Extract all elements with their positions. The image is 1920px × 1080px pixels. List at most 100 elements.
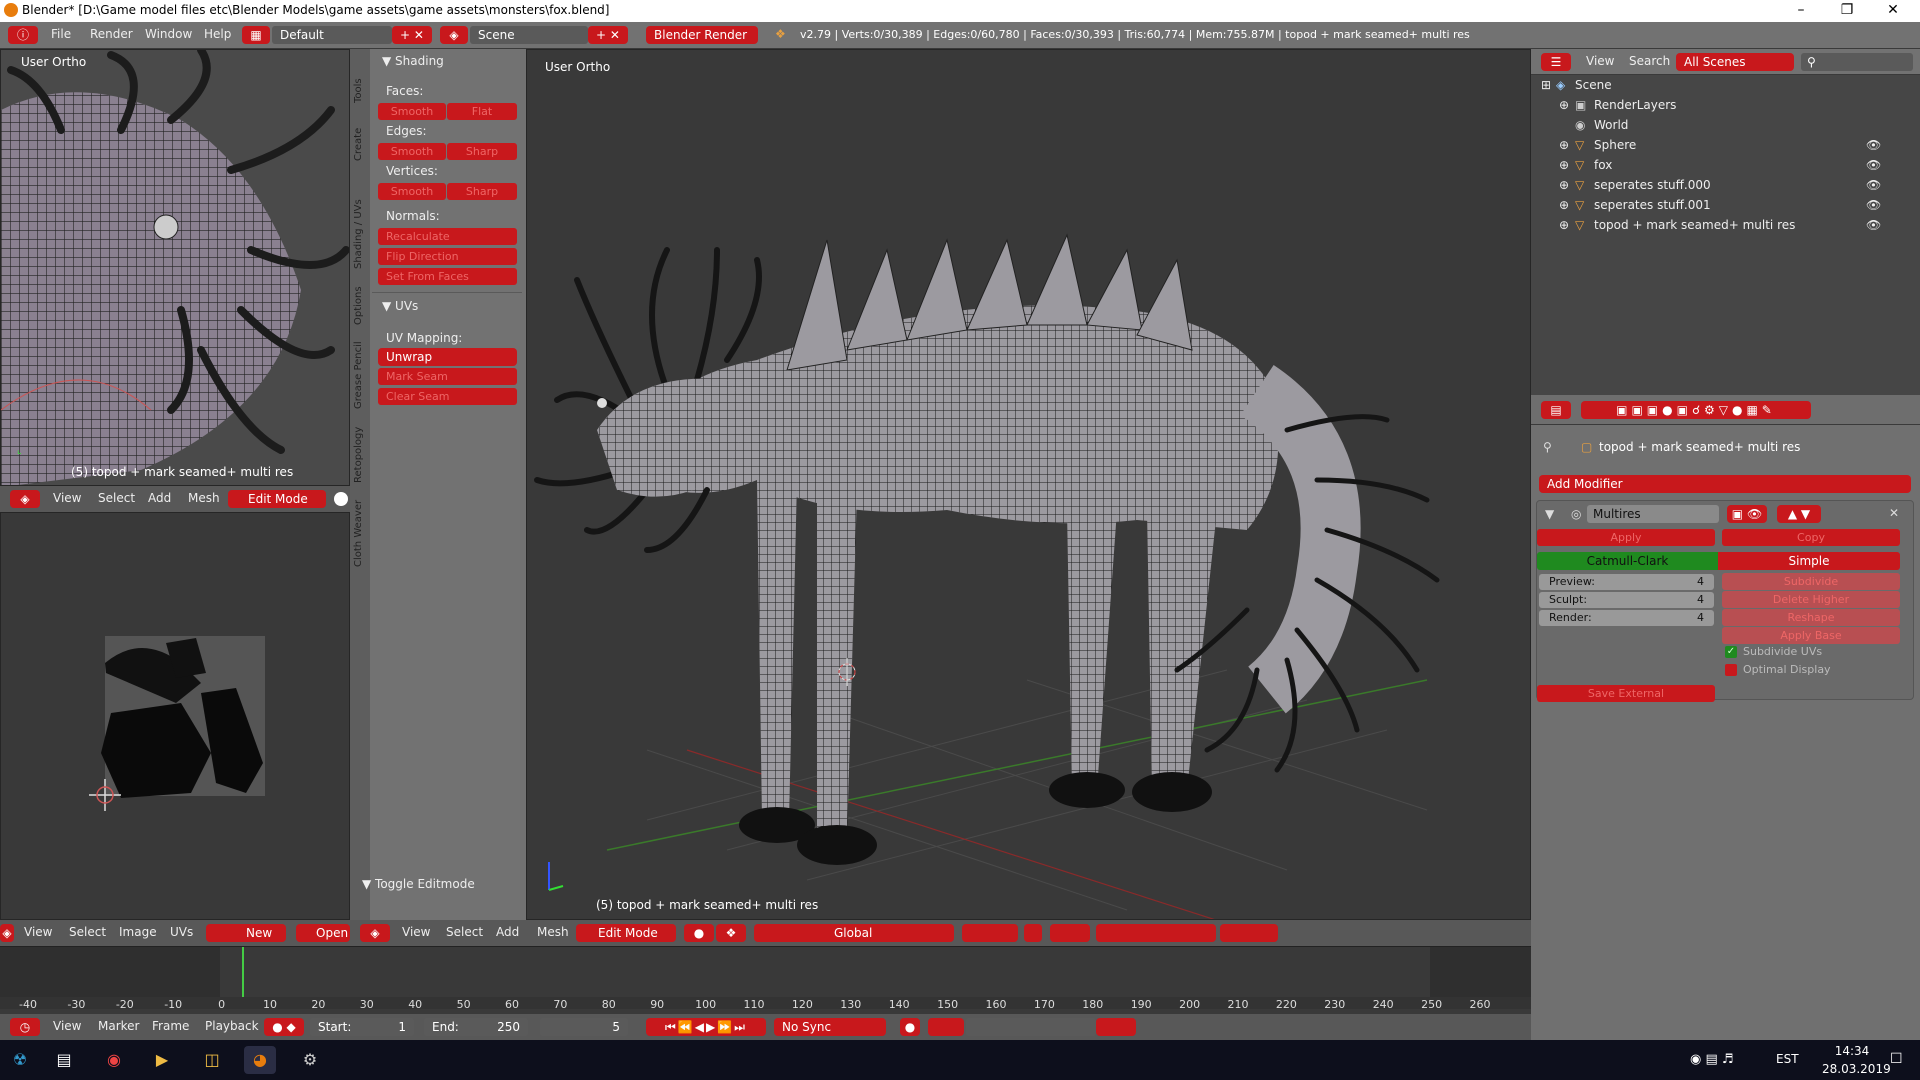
expand-icon[interactable]: ⊕ [1559, 158, 1569, 172]
menu-view[interactable]: View [1586, 54, 1614, 68]
insert-keyframe-icon[interactable] [1096, 1018, 1136, 1036]
tab-options[interactable]: Options [353, 275, 367, 325]
save-external-button[interactable]: Save External [1537, 685, 1715, 702]
mode-select[interactable]: Edit Mode [228, 490, 326, 508]
keyframe-lock-icon[interactable]: ● ◆ [264, 1018, 304, 1036]
expand-icon[interactable]: ⊕ [1559, 178, 1569, 192]
modifier-visibility-icons[interactable]: ▣ 👁 [1727, 505, 1767, 523]
menu-render[interactable]: Render [90, 27, 133, 41]
optimal-display-checkbox[interactable] [1725, 664, 1737, 676]
tab-create[interactable]: Create [353, 111, 367, 161]
tab-cloth-weaver[interactable]: Cloth Weaver [353, 489, 367, 567]
viewport-small[interactable]: User Ortho (5) topod + mark seamed+ mult… [0, 49, 350, 486]
outliner-item-fox[interactable]: ⊕ ▽ fox 👁 [1531, 158, 1881, 178]
editor-type-icon[interactable]: ☰ [1541, 53, 1571, 71]
subdivide-uvs-checkbox[interactable]: ✓ [1725, 646, 1737, 658]
limit-selection-icon[interactable] [1024, 924, 1042, 942]
record-icon[interactable]: ● [900, 1018, 920, 1036]
explorer-icon[interactable]: ◫ [196, 1046, 228, 1074]
clock-time[interactable]: 14:34 [1822, 1044, 1882, 1058]
display-mode-select[interactable]: All Scenes [1676, 53, 1794, 71]
catmull-clark-button[interactable]: Catmull-Clark [1537, 552, 1718, 570]
menu-window[interactable]: Window [145, 27, 192, 41]
layout-field[interactable]: Default [272, 26, 392, 44]
unwrap-select[interactable]: Unwrap [378, 348, 517, 366]
app-taskbar-icon[interactable]: ⚙ [294, 1046, 326, 1074]
editor-type-icon[interactable]: ◈ [0, 924, 14, 942]
snap-tools[interactable] [1096, 924, 1216, 942]
menu-add[interactable]: Add [496, 925, 519, 939]
sync-select[interactable]: No Sync [774, 1018, 886, 1036]
delete-higher-button[interactable]: Delete Higher [1722, 591, 1900, 608]
tab-retopology[interactable]: Retopology [353, 415, 367, 483]
edges-sharp-button[interactable]: Sharp [447, 143, 517, 160]
apply-base-button[interactable]: Apply Base [1722, 627, 1900, 644]
expand-icon[interactable]: ⊕ [1559, 218, 1569, 232]
outliner-item-sphere[interactable]: ⊕ ▽ Sphere 👁 [1531, 138, 1881, 158]
minimize-icon[interactable]: – [1778, 0, 1824, 22]
start-icon[interactable]: ☢ [4, 1046, 36, 1074]
new-image-button[interactable]: New [206, 924, 286, 942]
menu-view[interactable]: View [53, 1019, 81, 1033]
menu-mesh[interactable]: Mesh [188, 491, 220, 505]
vertices-smooth-button[interactable]: Smooth [378, 183, 446, 200]
shading-panel-title[interactable]: ▼ Shading [382, 54, 444, 68]
editor-type-icon[interactable]: ◷ [10, 1018, 40, 1036]
outliner-item-world[interactable]: ◉ World [1531, 118, 1876, 138]
outliner-search-input[interactable]: ⚲ [1801, 53, 1913, 71]
simple-button[interactable]: Simple [1718, 552, 1900, 570]
task-view-icon[interactable]: ▤ [48, 1046, 80, 1074]
menu-select[interactable]: Select [69, 925, 106, 939]
keying-set-icon[interactable] [928, 1018, 964, 1036]
menu-select[interactable]: Select [98, 491, 135, 505]
faces-flat-button[interactable]: Flat [447, 103, 517, 120]
viewport-main[interactable]: User Ortho (5) topod + mark seamed+ mult… [526, 49, 1531, 920]
clear-seam-button[interactable]: Clear Seam [378, 388, 517, 405]
language-indicator[interactable]: EST [1776, 1052, 1799, 1066]
layout-grid-icon[interactable]: ▦ [242, 26, 270, 44]
expand-icon[interactable]: ⊞ [1541, 78, 1551, 92]
keying-set-field[interactable] [966, 1018, 1096, 1036]
add-modifier-select[interactable]: Add Modifier [1539, 475, 1911, 493]
preview-field[interactable]: Preview: 4 [1539, 574, 1714, 590]
scene-icon[interactable]: ◈ [440, 26, 468, 44]
tab-shading-uvs[interactable]: Shading / UVs [353, 167, 367, 269]
uv-editor[interactable] [0, 512, 350, 920]
render-field[interactable]: Render: 4 [1539, 610, 1714, 626]
pin-icon[interactable]: ⚲ [1543, 440, 1552, 454]
editor-type-icon[interactable]: ◈ [10, 490, 40, 508]
menu-mesh[interactable]: Mesh [537, 925, 569, 939]
chrome-icon[interactable]: ◉ [98, 1046, 130, 1074]
shading-sphere-icon[interactable] [334, 492, 348, 506]
menu-help[interactable]: Help [204, 27, 231, 41]
menu-view[interactable]: View [53, 491, 81, 505]
menu-uvs[interactable]: UVs [170, 925, 193, 939]
toggle-editmode-panel[interactable]: ▼ Toggle Editmode [362, 877, 475, 891]
maximize-icon[interactable]: ❐ [1824, 0, 1870, 22]
expand-icon[interactable]: ⊕ [1559, 138, 1569, 152]
menu-playback[interactable]: Playback [205, 1019, 259, 1033]
reshape-button[interactable]: Reshape [1722, 609, 1900, 626]
proportional-edit-icon[interactable] [1050, 924, 1090, 942]
visibility-icon[interactable]: 👁 [1866, 138, 1881, 152]
media-icon[interactable]: ▶ [146, 1046, 178, 1074]
visibility-icon[interactable]: 👁 [1866, 178, 1881, 192]
menu-marker[interactable]: Marker [98, 1019, 139, 1033]
menu-view[interactable]: View [402, 925, 430, 939]
outliner-item-scene[interactable]: ⊞ ◈ Scene [1531, 78, 1876, 98]
clock-date[interactable]: 28.03.2019 [1822, 1062, 1891, 1076]
apply-button[interactable]: Apply [1537, 529, 1715, 546]
transform-orientation-select[interactable]: Global [754, 924, 954, 942]
playback-controls[interactable]: ⏮⏪◀▶⏩⏭ [646, 1018, 766, 1036]
menu-search[interactable]: Search [1629, 54, 1670, 68]
set-from-faces-button[interactable]: Set From Faces [378, 268, 517, 285]
remove-modifier-icon[interactable]: ✕ [1889, 506, 1899, 520]
scene-field[interactable]: Scene [470, 26, 588, 44]
render-engine-select[interactable]: Blender Render [646, 26, 758, 44]
layer-buttons[interactable] [962, 924, 1018, 942]
flip-direction-button[interactable]: Flip Direction [378, 248, 517, 265]
modifier-name-field[interactable]: Multires [1587, 505, 1719, 523]
expand-icon[interactable]: ⊕ [1559, 198, 1569, 212]
subdivide-button[interactable]: Subdivide [1722, 573, 1900, 590]
menu-view[interactable]: View [24, 925, 52, 939]
